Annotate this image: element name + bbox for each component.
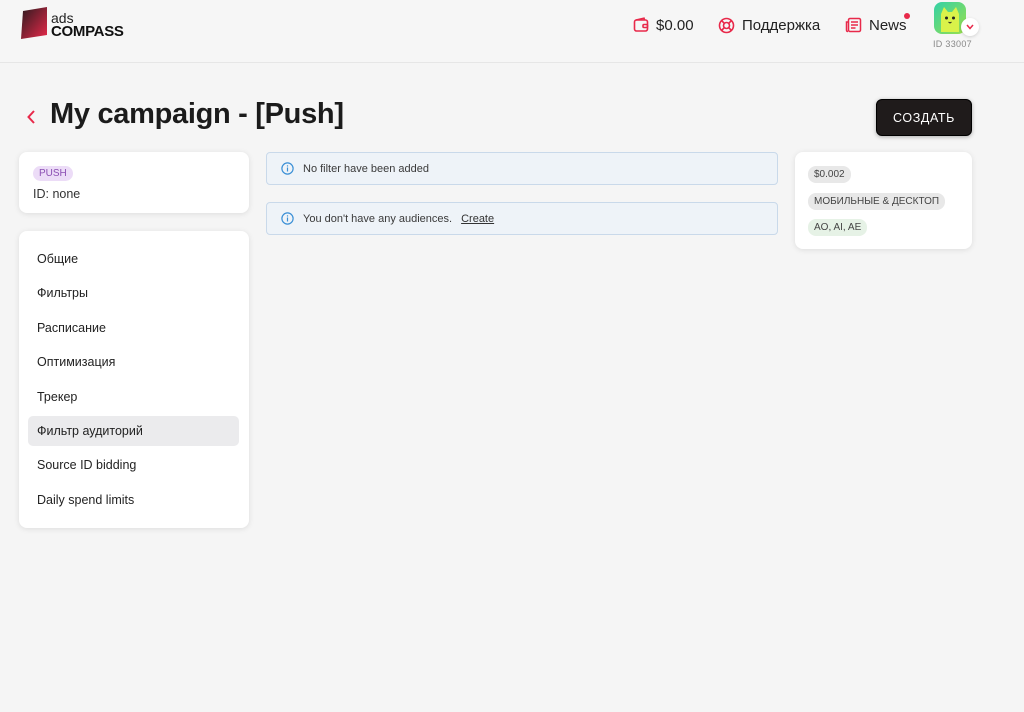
logo-mark-icon <box>21 7 47 39</box>
no-audiences-text: You don't have any audiences. <box>303 212 453 225</box>
page-title: My campaign - [Push] <box>50 98 344 130</box>
logo-text-compass: COMPASS <box>51 23 124 40</box>
top-header: ads COMPASS $0.00 Поддержка News ID 3300… <box>0 0 1024 63</box>
support-link[interactable]: Поддержка <box>718 15 820 35</box>
nav-item-optimization[interactable]: Оптимизация <box>28 347 239 377</box>
balance-button[interactable]: $0.00 <box>633 15 694 35</box>
no-audiences-alert: You don't have any audiences. Create <box>266 202 778 235</box>
geo-chip: AO, AI, AE <box>808 219 868 236</box>
support-label: Поддержка <box>742 16 821 34</box>
news-label: News <box>869 16 907 34</box>
news-notification-dot <box>904 13 910 19</box>
chevron-down-icon <box>966 24 974 30</box>
lifebuoy-icon <box>718 17 735 33</box>
nav-item-filters[interactable]: Фильтры <box>28 278 239 308</box>
user-id-label: ID 33007 <box>933 39 972 49</box>
chevron-left-icon <box>27 110 35 124</box>
wallet-icon <box>633 17 649 32</box>
ads-compass-logo[interactable]: ads COMPASS <box>19 7 129 41</box>
no-filters-text: No filter have been added <box>303 162 429 175</box>
nav-item-daily-spend-limits[interactable]: Daily spend limits <box>28 485 239 515</box>
nav-item-tracker[interactable]: Трекер <box>28 382 239 412</box>
nav-item-general[interactable]: Общие <box>28 244 239 274</box>
nav-item-source-id-bidding[interactable]: Source ID bidding <box>28 450 239 480</box>
create-audience-link[interactable]: Create <box>461 213 494 225</box>
no-filters-alert: No filter have been added <box>266 152 778 185</box>
nav-item-schedule[interactable]: Расписание <box>28 313 239 343</box>
newspaper-icon <box>845 17 862 33</box>
back-button[interactable] <box>22 106 40 128</box>
bid-chip: $0.002 <box>808 166 851 183</box>
nav-item-audience-filter[interactable]: Фильтр аудиторий <box>28 416 239 446</box>
campaign-settings-nav: Общие Фильтры Расписание Оптимизация Тре… <box>19 231 249 528</box>
campaign-type-badge: PUSH <box>33 166 73 181</box>
campaign-id: ID: none <box>33 187 81 201</box>
campaign-summary-card: $0.002 МОБИЛЬНЫЕ & ДЕСКТОП AO, AI, AE <box>795 152 972 249</box>
user-menu-toggle[interactable] <box>961 18 979 36</box>
info-icon <box>281 162 294 175</box>
device-chip: МОБИЛЬНЫЕ & ДЕСКТОП <box>808 193 946 210</box>
info-icon <box>281 212 294 225</box>
create-button[interactable]: СОЗДАТЬ <box>876 99 972 136</box>
news-link[interactable]: News <box>845 15 907 35</box>
balance-value: $0.00 <box>656 16 694 34</box>
campaign-info-card: PUSH ID: none <box>19 152 249 213</box>
